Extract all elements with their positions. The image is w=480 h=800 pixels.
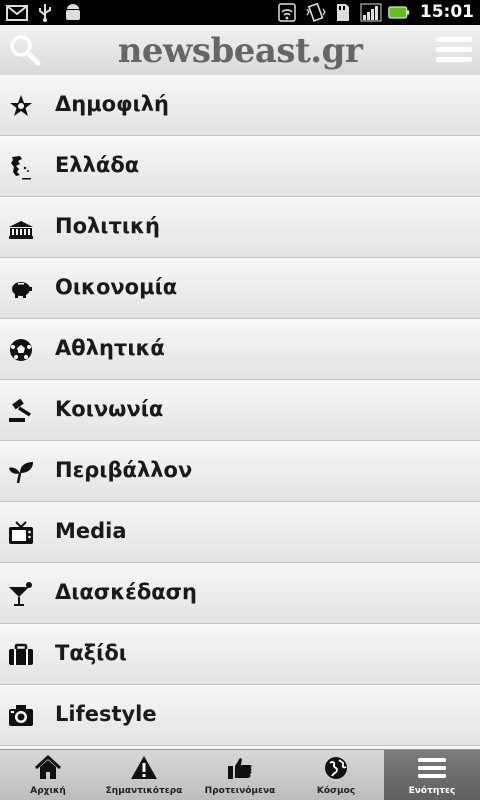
category-list: Δημοφιλή Ελλάδα Πολιτική Οικονομία Αθλητ… <box>0 75 480 749</box>
status-bar: 15:01 <box>0 0 480 25</box>
gavel-icon <box>9 398 31 422</box>
wifi-icon <box>276 2 298 22</box>
android-icon <box>62 3 84 22</box>
category-item[interactable]: Lifestyle <box>0 685 480 746</box>
suitcase-icon <box>9 643 33 665</box>
leaf-icon <box>9 462 33 484</box>
warning-icon <box>131 756 157 779</box>
greece-map-icon <box>11 156 31 180</box>
tab-important[interactable]: Σημαντικότερα <box>96 750 192 800</box>
category-label: Αθλητικά <box>55 336 165 360</box>
tab-sections[interactable]: Ενότητες <box>384 750 480 800</box>
category-item[interactable]: Ελλάδα <box>0 136 480 197</box>
tab-home[interactable]: Αρχική <box>0 750 96 800</box>
vibrate-icon <box>304 2 326 22</box>
star-icon <box>10 95 32 116</box>
thumbs-up-icon <box>228 758 252 779</box>
category-label: Κοινωνία <box>55 397 164 421</box>
category-item[interactable]: Δημοφιλή <box>0 75 480 136</box>
menu-button[interactable] <box>436 35 472 65</box>
category-label: Οικονομία <box>55 275 178 299</box>
gmail-icon <box>6 3 28 22</box>
piggy-bank-icon <box>12 282 32 298</box>
tab-label: Ενότητες <box>408 786 456 796</box>
app-title[interactable]: newsbeast.gr <box>0 31 480 71</box>
category-item[interactable]: Media <box>0 502 480 563</box>
category-item[interactable]: Διασκέδαση <box>0 563 480 624</box>
category-label: Ταξίδι <box>55 641 127 665</box>
category-label: Περιβάλλον <box>55 458 193 482</box>
home-icon <box>34 755 62 779</box>
category-item[interactable]: Πολιτική <box>0 197 480 258</box>
cocktail-icon <box>9 582 32 606</box>
sd-card-icon <box>332 3 354 22</box>
tab-label: Κόσμος <box>316 786 356 796</box>
category-label: Ελλάδα <box>55 153 140 177</box>
globe-icon <box>325 757 347 779</box>
tv-icon <box>9 521 33 544</box>
category-item[interactable]: Κοινωνία <box>0 380 480 441</box>
tab-label: Αρχική <box>30 786 66 796</box>
app-header: newsbeast.gr <box>0 25 480 76</box>
category-item[interactable]: Ταξίδι <box>0 624 480 685</box>
category-item[interactable]: Οικονομία <box>0 258 480 319</box>
menu-icon <box>418 758 446 778</box>
status-clock: 15:01 <box>419 2 474 22</box>
battery-icon <box>388 3 410 22</box>
category-item[interactable]: Αθλητικά <box>0 319 480 380</box>
signal-icon <box>360 3 382 22</box>
hamburger-icon <box>436 37 472 62</box>
category-label: Διασκέδαση <box>55 580 197 604</box>
usb-icon <box>34 3 56 22</box>
soccer-ball-icon <box>10 339 32 361</box>
tab-world[interactable]: Κόσμος <box>288 750 384 800</box>
category-label: Lifestyle <box>55 702 157 726</box>
tab-label: Σημαντικότερα <box>105 786 183 796</box>
parliament-icon <box>9 221 33 239</box>
tab-label: Προτεινόμενα <box>204 786 276 796</box>
category-label: Πολιτική <box>55 214 160 238</box>
camera-icon <box>9 705 33 726</box>
category-label: Media <box>55 519 127 543</box>
bottom-tab-bar: Αρχική Σημαντικότερα Προτεινόμενα Κόσμος… <box>0 749 480 800</box>
category-label: Δημοφιλή <box>55 92 169 116</box>
category-item[interactable]: Περιβάλλον <box>0 441 480 502</box>
tab-recommended[interactable]: Προτεινόμενα <box>192 750 288 800</box>
